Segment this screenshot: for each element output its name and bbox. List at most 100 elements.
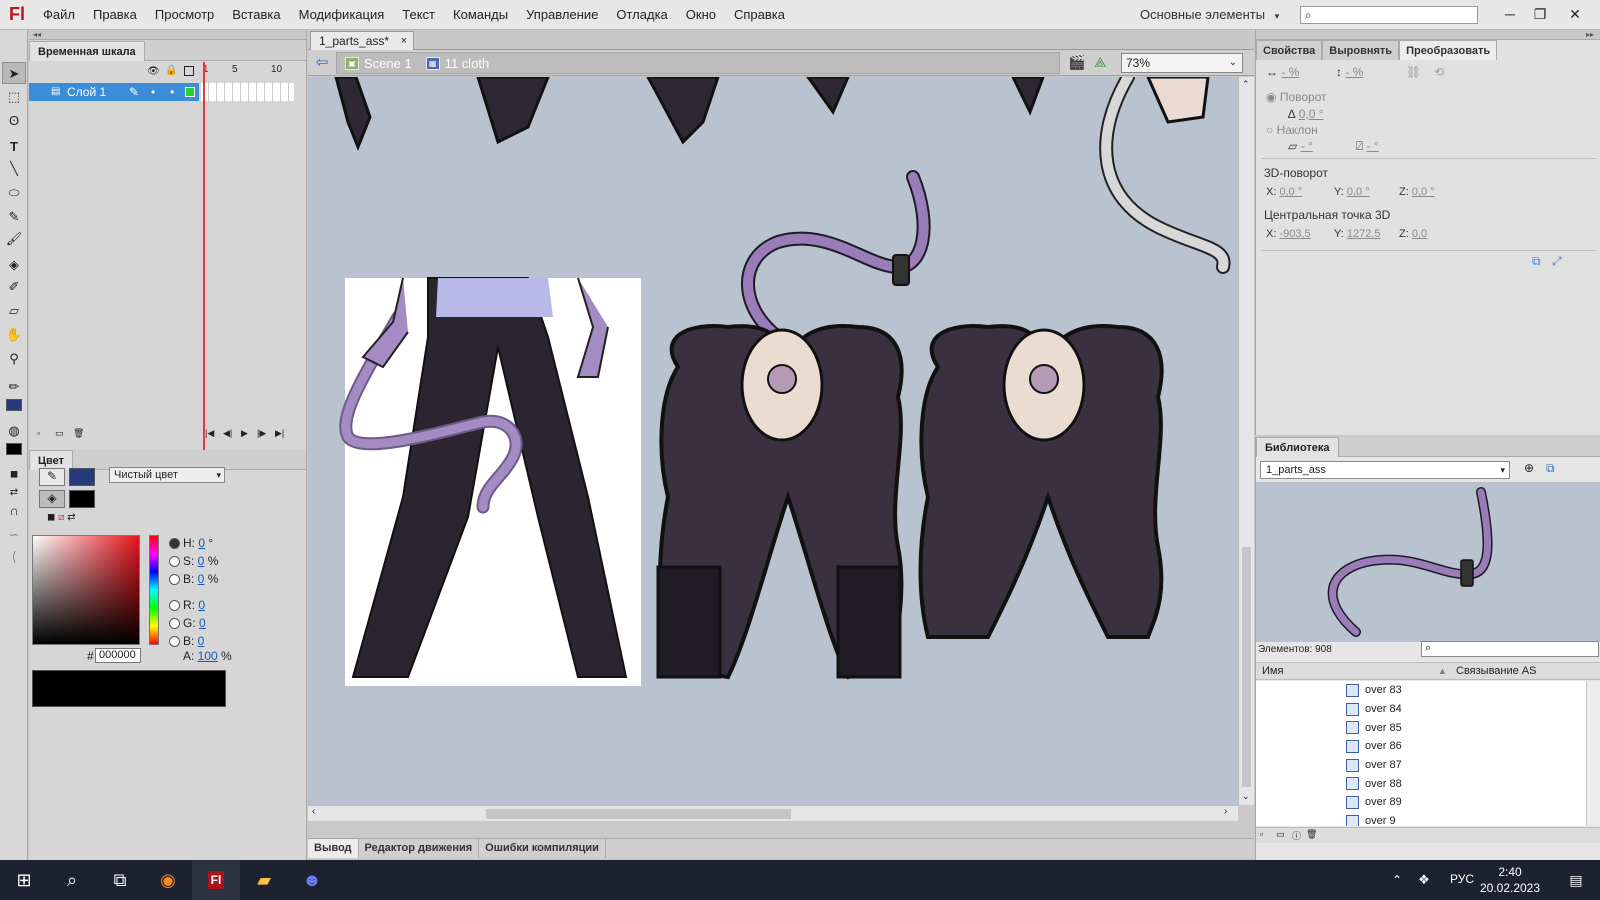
scroll-down-icon[interactable]: ⌄	[1242, 791, 1250, 802]
saturation-row[interactable]: S: 0 %	[169, 553, 218, 569]
breadcrumb-scene[interactable]: ▣ Scene 1	[345, 56, 412, 71]
stroke-swatch[interactable]	[2, 396, 26, 418]
no-color-icon[interactable]: ⧄	[58, 512, 64, 523]
center-3d-z[interactable]: Z: 0,0	[1399, 228, 1427, 240]
column-name[interactable]: Имя	[1262, 663, 1283, 680]
breadcrumb-symbol[interactable]: ▦ 11 cloth	[425, 56, 489, 71]
list-item[interactable]: over 84	[1256, 700, 1586, 719]
library-scrollbar[interactable]	[1586, 681, 1600, 826]
new-layer-icon[interactable]: ▫	[37, 428, 40, 438]
line-tool-icon[interactable]: ╲	[2, 158, 26, 180]
restore-button[interactable]: ❐	[1525, 0, 1555, 30]
scale-width[interactable]: ↔ - %	[1266, 65, 1299, 79]
new-folder-icon[interactable]: ▭	[1276, 829, 1285, 840]
snap-magnet-icon[interactable]: ∩	[2, 500, 26, 522]
list-item[interactable]: over 88	[1256, 774, 1586, 793]
color-picker-field[interactable]	[32, 535, 140, 645]
close-tab-icon[interactable]: ×	[401, 32, 407, 50]
fill-bucket-icon[interactable]: ◈	[39, 490, 65, 508]
list-item[interactable]: over 89	[1256, 793, 1586, 812]
subselection-tool-icon[interactable]: ⬚	[2, 86, 26, 108]
panel-collapse-strip[interactable]: ◂◂	[29, 30, 306, 40]
delete-icon[interactable]: 🗑	[1306, 829, 1317, 840]
discord-icon[interactable]: ☻	[288, 860, 336, 900]
new-symbol-icon[interactable]: ▫	[1260, 829, 1263, 839]
rotate-3d-y[interactable]: Y: 0,0 °	[1334, 186, 1370, 198]
list-item[interactable]: over 87	[1256, 756, 1586, 775]
back-arrow-icon[interactable]: ⇦	[312, 53, 332, 73]
menu-control[interactable]: Управление	[517, 0, 607, 30]
document-tab[interactable]: 1_parts_ass* ×	[310, 31, 415, 50]
selection-tool-icon[interactable]: ➤	[2, 62, 26, 84]
zoom-tool-icon[interactable]: ⚲	[2, 348, 26, 370]
clock[interactable]: 2:40 20.02.2023	[1470, 864, 1550, 896]
task-view-icon[interactable]: ⧉	[96, 860, 144, 900]
step-forward-icon[interactable]: |▶	[257, 428, 266, 439]
menu-modify[interactable]: Модификация	[290, 0, 394, 30]
stage-horizontal-scrollbar[interactable]: ‹ ›	[308, 805, 1238, 821]
outline-icon[interactable]	[184, 66, 194, 76]
frame-grid[interactable]	[201, 83, 294, 101]
scroll-thumb[interactable]	[1242, 547, 1251, 787]
layer-outline-color[interactable]	[185, 87, 195, 97]
panel-collapse-strip[interactable]: ▸▸	[1256, 30, 1600, 40]
frame-ruler[interactable]: 1 5 10	[201, 64, 294, 78]
library-document-select[interactable]: 1_parts_ass ▾	[1260, 461, 1510, 479]
hand-tool-icon[interactable]: ✋	[2, 324, 26, 346]
go-last-icon[interactable]: ▶|	[275, 428, 284, 439]
green-row[interactable]: G: 0	[169, 615, 206, 631]
remove-transform-icon[interactable]: ⤢	[1552, 254, 1562, 269]
smooth-icon[interactable]: ∽	[2, 524, 26, 546]
stroke-color-icon[interactable]: ✏	[2, 376, 26, 398]
pencil-tool-icon[interactable]: ✎	[2, 206, 26, 228]
tab-library[interactable]: Библиотека	[1256, 437, 1339, 457]
fill-color-icon[interactable]: ◍	[2, 420, 26, 442]
menu-file[interactable]: Файл	[34, 0, 84, 30]
skew-option[interactable]: ○ Наклон	[1266, 123, 1318, 137]
lock-icon[interactable]: 🔒	[165, 65, 177, 76]
eye-icon[interactable]: 👁	[147, 66, 160, 77]
library-search-input[interactable]: ⌕	[1421, 641, 1599, 657]
tab-transform[interactable]: Преобразовать	[1399, 40, 1498, 60]
duplicate-transform-icon[interactable]: ⧉	[1532, 254, 1541, 269]
layer-row[interactable]: ▤ Слой 1 ✎ • •	[29, 83, 199, 101]
new-library-panel-icon[interactable]: ⧉	[1546, 461, 1555, 476]
hue-row[interactable]: H: 0 °	[169, 535, 213, 551]
tab-timeline[interactable]: Временная шкала	[29, 41, 145, 61]
column-linkage[interactable]: Связывание AS	[1456, 663, 1536, 680]
menu-insert[interactable]: Вставка	[223, 0, 289, 30]
list-item[interactable]: over 85	[1256, 718, 1586, 737]
zoom-select[interactable]: 73% ⌄	[1121, 53, 1243, 73]
delete-layer-icon[interactable]: 🗑	[73, 428, 84, 439]
stage[interactable]	[308, 77, 1238, 805]
tray-chevron-icon[interactable]: ⌃	[1385, 860, 1409, 900]
rotate-option[interactable]: ◉ Поворот	[1266, 90, 1327, 104]
tab-properties[interactable]: Свойства	[1256, 40, 1323, 60]
go-first-icon[interactable]: |◀	[205, 428, 214, 439]
skew-vertical[interactable]: ⍁ - °	[1356, 139, 1379, 154]
step-back-icon[interactable]: ◀|	[223, 428, 232, 439]
list-item[interactable]: over 9	[1256, 812, 1586, 826]
flash-app-icon[interactable]: Fl	[192, 860, 240, 900]
red-row[interactable]: R: 0	[169, 597, 205, 613]
list-item[interactable]: over 83	[1256, 681, 1586, 700]
scroll-left-icon[interactable]: ‹	[312, 806, 315, 817]
play-icon[interactable]: ▶	[241, 428, 248, 439]
reset-icon[interactable]: ⟲	[1434, 65, 1444, 79]
brightness-row[interactable]: B: 0 %	[169, 571, 218, 587]
oval-tool-icon[interactable]: ⬭	[2, 182, 26, 204]
text-tool-icon[interactable]: T	[2, 136, 26, 158]
close-button[interactable]: ✕	[1560, 0, 1590, 30]
alpha-row[interactable]: A: 100 %	[183, 648, 232, 664]
notifications-icon[interactable]: ▤	[1552, 860, 1600, 900]
menu-window[interactable]: Окно	[677, 0, 725, 30]
tab-align[interactable]: Выровнять	[1322, 40, 1400, 60]
black-white-icon[interactable]: ◼	[47, 512, 55, 523]
tab-output[interactable]: Вывод	[308, 839, 359, 858]
stroke-pencil-icon[interactable]: ✎	[39, 468, 65, 486]
sort-arrow-icon[interactable]: ▲	[1438, 663, 1447, 680]
menu-view[interactable]: Просмотр	[146, 0, 223, 30]
firefox-icon[interactable]: ◉	[144, 860, 192, 900]
fill-swatch[interactable]	[2, 440, 26, 462]
layer-visible-dot[interactable]: •	[151, 83, 155, 101]
